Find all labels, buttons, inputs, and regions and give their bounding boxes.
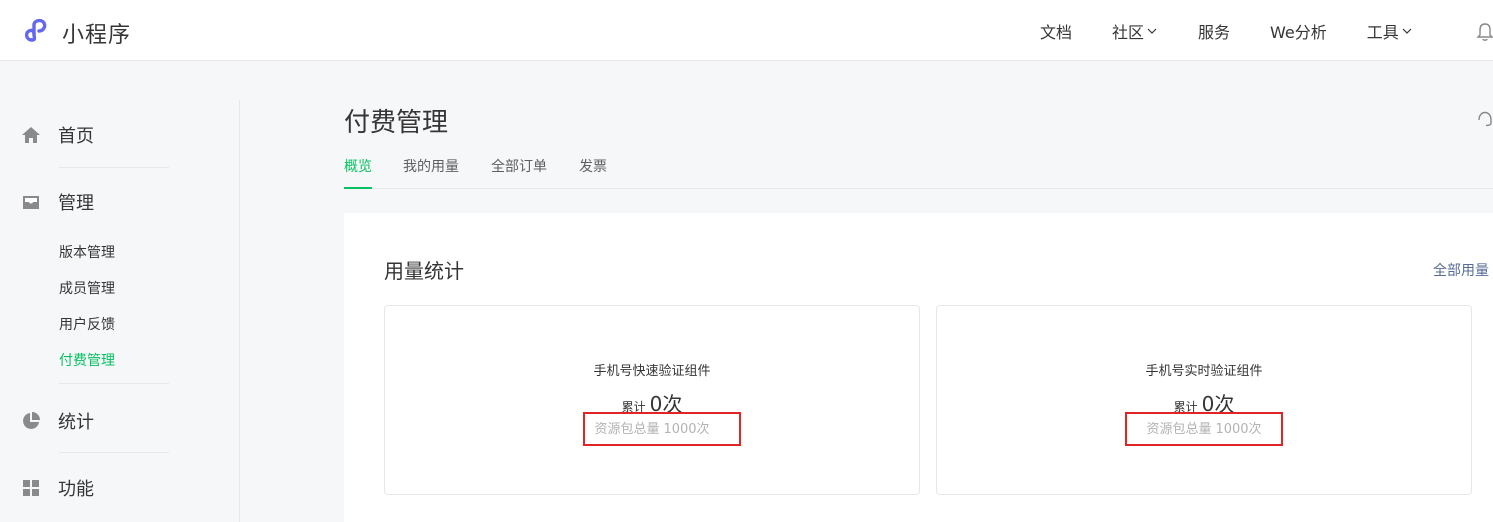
- sidebar-item-features[interactable]: 功能: [20, 475, 94, 501]
- page-title: 付费管理: [344, 108, 449, 138]
- tab-bar: 概览 我的用量 全部订单 发票: [344, 150, 1493, 189]
- logo[interactable]: 小程序: [22, 16, 131, 50]
- tab-invoice[interactable]: 发票: [579, 156, 607, 189]
- chevron-down-icon: [1402, 28, 1412, 34]
- sidebar-item-member-manage[interactable]: 成员管理: [59, 278, 115, 298]
- all-usage-link[interactable]: 全部用量: [1433, 260, 1489, 280]
- mini-program-logo-icon: [22, 16, 54, 50]
- home-icon: [20, 124, 42, 146]
- sidebar-item-payment-manage[interactable]: 付费管理: [59, 350, 115, 370]
- nav-docs[interactable]: 文档: [1040, 19, 1072, 43]
- nav-community[interactable]: 社区: [1112, 19, 1158, 43]
- sidebar-item-manage[interactable]: 管理: [20, 189, 94, 215]
- sidebar-item-stats[interactable]: 统计: [20, 408, 94, 434]
- pie-chart-icon: [20, 410, 42, 432]
- nav-tools-label: 工具: [1366, 22, 1399, 42]
- nav-tools[interactable]: 工具: [1367, 19, 1413, 43]
- nav-community-label: 社区: [1112, 22, 1145, 42]
- sidebar-item-features-label: 功能: [58, 479, 94, 500]
- nav-we-analytics-label: We分析: [1270, 22, 1327, 42]
- sidebar-item-version-manage[interactable]: 版本管理: [59, 242, 115, 262]
- tab-my-usage[interactable]: 我的用量: [403, 156, 459, 189]
- bell-icon[interactable]: [1476, 22, 1493, 42]
- sidebar-divider: [59, 383, 169, 384]
- top-header: 小程序 文档 社区 服务 We分析 工具: [0, 0, 1493, 61]
- highlight-box: [583, 412, 741, 446]
- app-title: 小程序: [62, 23, 132, 48]
- sidebar-item-home[interactable]: 首页: [20, 122, 94, 148]
- grid-icon: [20, 477, 42, 499]
- sidebar-item-home-label: 首页: [58, 126, 94, 147]
- headset-icon[interactable]: [1476, 110, 1493, 128]
- sidebar-divider: [59, 452, 169, 453]
- sidebar-item-user-feedback[interactable]: 用户反馈: [59, 314, 115, 334]
- sidebar-item-manage-label: 管理: [58, 193, 94, 214]
- sidebar: 首页 管理 版本管理 成员管理 用户反馈 付费管理 统计 功能: [0, 100, 240, 522]
- inbox-icon: [20, 191, 42, 213]
- nav-docs-label: 文档: [1040, 22, 1073, 42]
- section-title: 用量统计: [384, 259, 464, 283]
- sidebar-divider: [59, 167, 169, 168]
- tab-all-orders[interactable]: 全部订单: [491, 156, 547, 189]
- sidebar-item-stats-label: 统计: [58, 412, 94, 433]
- card-name: 手机号快速验证组件: [593, 364, 711, 379]
- top-nav: 文档 社区 服务 We分析 工具: [1040, 0, 1453, 61]
- usage-card-realtime-verify: 手机号实时验证组件 累计 0次 资源包总量 1000次: [936, 305, 1472, 495]
- chevron-down-icon: [1147, 28, 1157, 34]
- card-name: 手机号实时验证组件: [1145, 364, 1263, 379]
- nav-services-label: 服务: [1198, 22, 1231, 42]
- highlight-box: [1125, 412, 1283, 446]
- usage-panel: 用量统计 全部用量 手机号快速验证组件 累计 0次 资源包总量 1000次 手机号实…: [344, 213, 1493, 522]
- usage-card-quick-verify: 手机号快速验证组件 累计 0次 资源包总量 1000次: [384, 305, 920, 495]
- nav-we-analytics[interactable]: We分析: [1270, 19, 1327, 43]
- tab-overview[interactable]: 概览: [344, 156, 372, 189]
- nav-services[interactable]: 服务: [1198, 19, 1230, 43]
